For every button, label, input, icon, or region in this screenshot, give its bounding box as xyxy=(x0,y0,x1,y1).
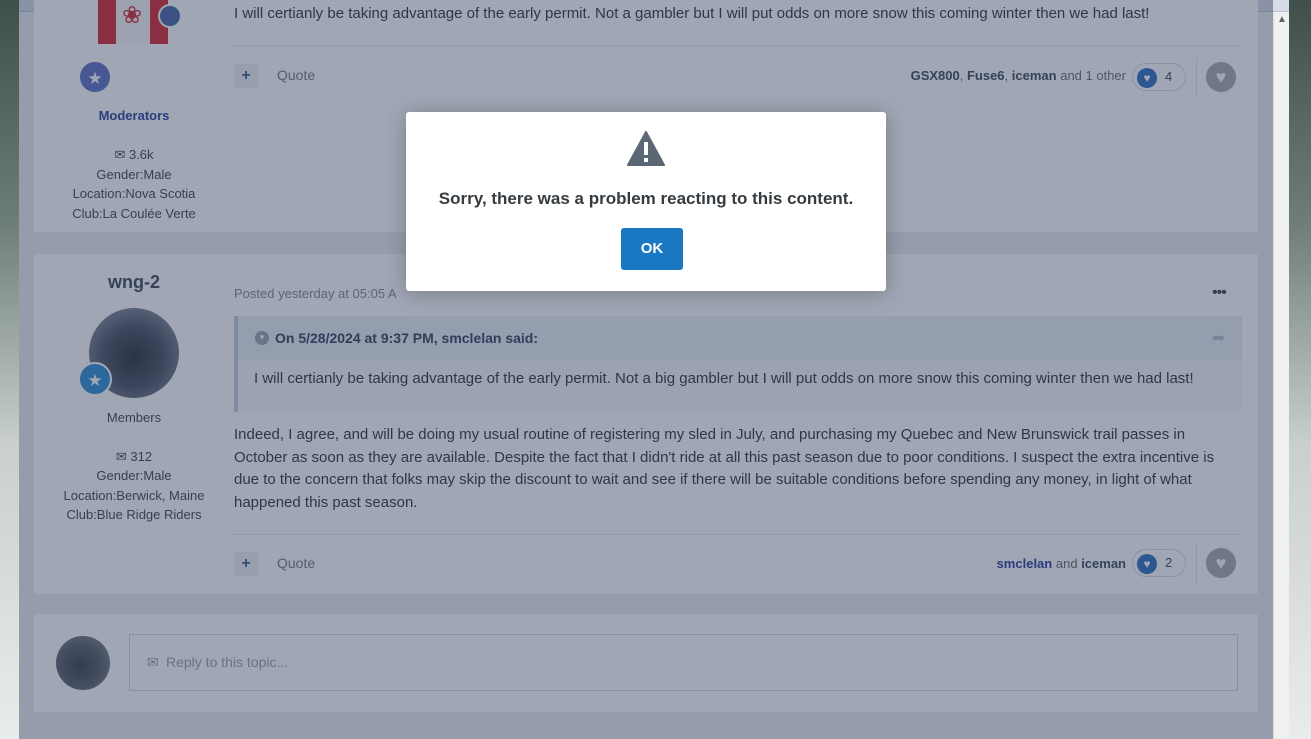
dialog-message: Sorry, there was a problem reacting to t… xyxy=(438,189,854,208)
error-dialog: Sorry, there was a problem reacting to t… xyxy=(406,112,886,291)
ok-button[interactable]: OK xyxy=(621,228,683,270)
scroll-up-arrow-icon[interactable]: ▲ xyxy=(1277,15,1287,25)
browser-window: ❀ ★ Moderators ✉ 3.6k Gender:Male Locati… xyxy=(19,0,1289,739)
desktop-background-left xyxy=(0,0,19,739)
vertical-scrollbar[interactable]: ▲ xyxy=(1273,12,1289,739)
desktop-background-right xyxy=(1289,0,1311,739)
warning-triangle-icon xyxy=(627,131,665,166)
modal-overlay[interactable] xyxy=(19,0,1273,739)
